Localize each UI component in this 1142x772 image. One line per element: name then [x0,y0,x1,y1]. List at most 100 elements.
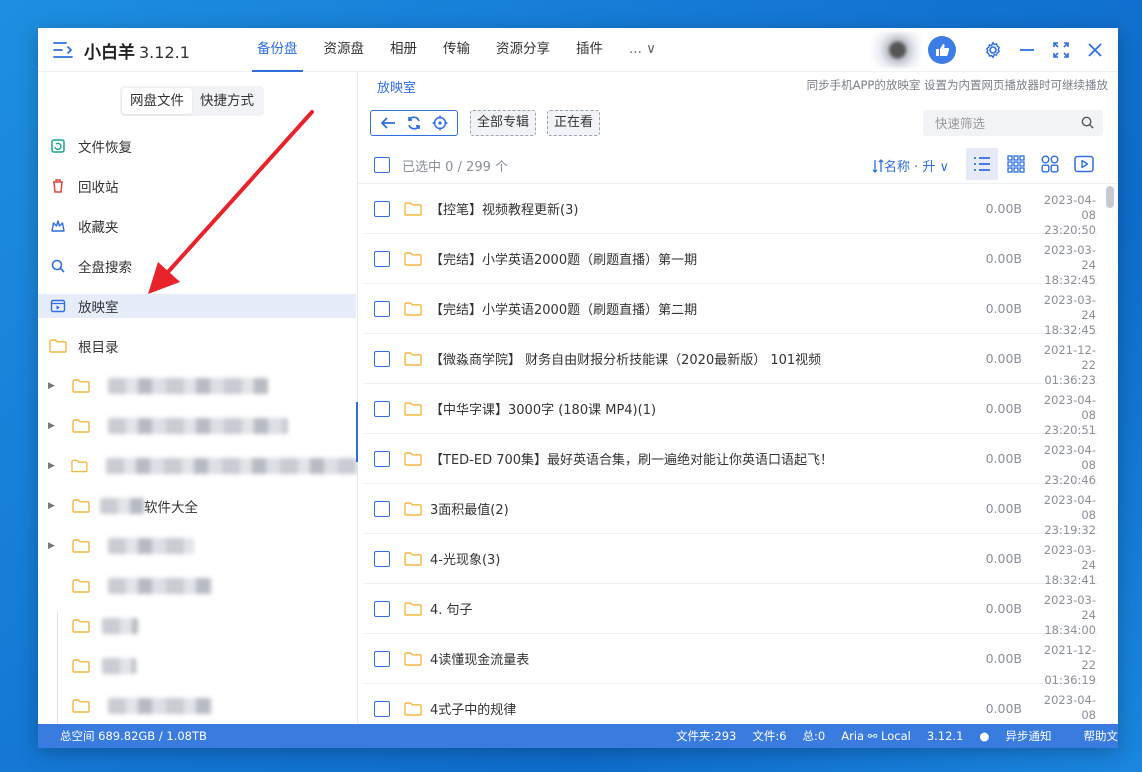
maximize-icon[interactable] [1044,28,1078,72]
nav-plugins[interactable]: 插件 [567,28,612,72]
sidebar-item-global-search[interactable]: 全盘搜索 [38,246,358,286]
settings-gear-icon[interactable] [976,28,1010,72]
row-checkbox[interactable] [374,301,390,317]
list-item[interactable]: 【完结】小学英语2000题（刷题直播）第一期 0.00B 2023-03-24 18:… [364,234,1098,287]
locate-target-icon[interactable] [427,112,453,134]
expand-arrow-icon[interactable]: ▶ [48,461,57,471]
thumbs-up-icon[interactable] [928,36,956,64]
quick-filter-input[interactable] [923,110,1073,136]
item-date: 2023-04-08 23:20:50 [1030,193,1096,238]
row-checkbox[interactable] [374,551,390,567]
list-item[interactable]: 4. 句子 0.00B 2023-03-24 18:34:00 [364,584,1098,637]
folder-icon [404,702,422,716]
row-checkbox[interactable] [374,401,390,417]
tree-folder-software[interactable]: ▶ 软件大全 [38,486,358,526]
tree-folder[interactable]: ▶ [38,566,358,606]
minimize-icon[interactable] [1010,28,1044,72]
folder-icon [72,419,90,433]
list-item[interactable]: 【微淼商学院】 财务自由财报分析技能课（2020最新版） 101视频 0.00B 2… [364,334,1098,387]
list-item[interactable]: 【TED-ED 700集】最好英语合集，刷一遍绝对能让你英语口语起飞！ 0.00B… [364,434,1098,487]
nav-resource-share[interactable]: 资源分享 [487,28,559,72]
nav-resource-drive[interactable]: 资源盘 [315,28,374,72]
item-date-day: 2023-04-08 [1043,493,1096,522]
tree-folder[interactable]: ▶ [38,686,358,726]
async-notify[interactable]: ● 异步通知 [979,724,1067,748]
nav-backup-drive[interactable]: 备份盘 [248,28,307,72]
item-date-day: 2023-04-08 [1043,393,1096,422]
item-date: 2023-03-24 18:32:45 [1030,293,1096,338]
item-date: 2023-04-08 23:20:46 [1030,443,1096,488]
blurred-folder-name [102,618,138,634]
sidebar-item-screening-room[interactable]: 放映室 [38,294,356,318]
row-checkbox[interactable] [374,501,390,517]
list-item[interactable]: 3面积最值(2) 0.00B 2023-04-08 23:19:32 [364,484,1098,537]
all-albums-chip[interactable]: 全部专辑 [470,110,537,136]
screening-room-icon [48,296,68,316]
folder-icon [404,202,422,216]
list-item[interactable]: 4读懂现金流量表 0.00B 2021-12-22 01:36:19 [364,634,1098,687]
view-switcher [966,148,1102,180]
sort-dropdown[interactable]: 名称 · 升 ∨ [872,156,949,175]
row-checkbox[interactable] [374,351,390,367]
back-arrow-icon[interactable] [375,112,401,134]
nav-album[interactable]: 相册 [381,28,426,72]
watching-chip[interactable]: 正在看 [547,110,601,136]
row-checkbox[interactable] [374,651,390,667]
folder-icon [404,502,422,516]
list-item[interactable]: 【完结】小学英语2000题（刷题直播）第二期 0.00B 2023-03-24 18:… [364,284,1098,337]
large-grid-view-icon[interactable] [1034,148,1066,180]
expand-arrow-icon[interactable]: ▶ [48,541,58,551]
item-date: 2023-03-24 18:32:45 [1030,243,1096,288]
folder-icon [72,499,90,513]
segment-cloud-files[interactable]: 网盘文件 [122,88,192,114]
nav-transfer[interactable]: 传输 [434,28,479,72]
item-name: 4式子中的规律 [430,703,517,718]
aria-status[interactable]: Aria ⚯ Local [841,724,911,748]
version-label[interactable]: 3.12.1 [927,724,964,748]
folder-icon [404,352,422,366]
expand-arrow-icon[interactable]: ▶ [48,501,58,511]
breadcrumb[interactable]: 放映室 [377,77,416,96]
menu-toggle-icon[interactable] [52,40,74,60]
refresh-icon[interactable] [401,112,427,134]
expand-arrow-icon[interactable]: ▶ [48,381,58,391]
tree-folder-label: 软件大全 [144,500,198,516]
small-grid-view-icon[interactable] [1000,148,1032,180]
search-icon[interactable] [1080,115,1095,130]
nav-more[interactable]: ... ∨ [620,28,665,72]
help-docs[interactable]: 帮助文档 [1083,724,1118,748]
expand-arrow-icon[interactable]: ▶ [48,421,58,431]
tree-folder[interactable]: ▶ [38,366,358,406]
item-date: 2023-04-08 23:20:51 [1030,393,1096,438]
list-view-icon[interactable] [966,148,998,180]
tree-folder[interactable]: ▶ [38,406,358,446]
row-checkbox[interactable] [374,251,390,267]
select-all-checkbox[interactable] [374,157,390,173]
sidebar-item-recycle-bin[interactable]: 回收站 [38,166,358,206]
segment-shortcuts[interactable]: 快捷方式 [192,88,262,114]
sidebar-item-root-dir[interactable]: 根目录 [38,326,358,366]
sidebar-item-label: 放映室 [78,300,119,316]
item-name: 【TED-ED 700集】最好英语合集，刷一遍绝对能让你英语口语起飞！ [430,453,834,468]
row-checkbox[interactable] [374,701,390,717]
tree-folder[interactable]: ▶ [38,646,358,686]
avatar[interactable] [864,32,920,68]
play-view-icon[interactable] [1068,148,1100,180]
sidebar-item-favorites[interactable]: 收藏夹 [38,206,358,246]
tree-folder[interactable]: ▶ [38,446,358,486]
tree-folder[interactable]: ▶ [38,606,358,646]
list-scrollbar[interactable] [1106,184,1114,724]
list-item[interactable]: 【中华字课】3000字 (180课 MP4)(1) 0.00B 2023-04-08… [364,384,1098,437]
list-item[interactable]: 【控笔】视频教程更新(3) 0.00B 2023-04-08 23:20:50 [364,184,1098,237]
scrollbar-thumb[interactable] [1106,186,1114,208]
list-item[interactable]: 4式子中的规律 0.00B 2023-04-08 [364,684,1098,724]
close-icon[interactable] [1078,28,1112,72]
list-item[interactable]: 4-光现象(3) 0.00B 2023-03-24 18:32:41 [364,534,1098,587]
tree-folder[interactable]: ▶ [38,526,358,566]
row-checkbox[interactable] [374,601,390,617]
folder-icon [404,402,422,416]
row-checkbox[interactable] [374,201,390,217]
sidebar-item-file-restore[interactable]: 文件恢复 [38,126,358,166]
row-checkbox[interactable] [374,451,390,467]
folder-icon [404,552,422,566]
